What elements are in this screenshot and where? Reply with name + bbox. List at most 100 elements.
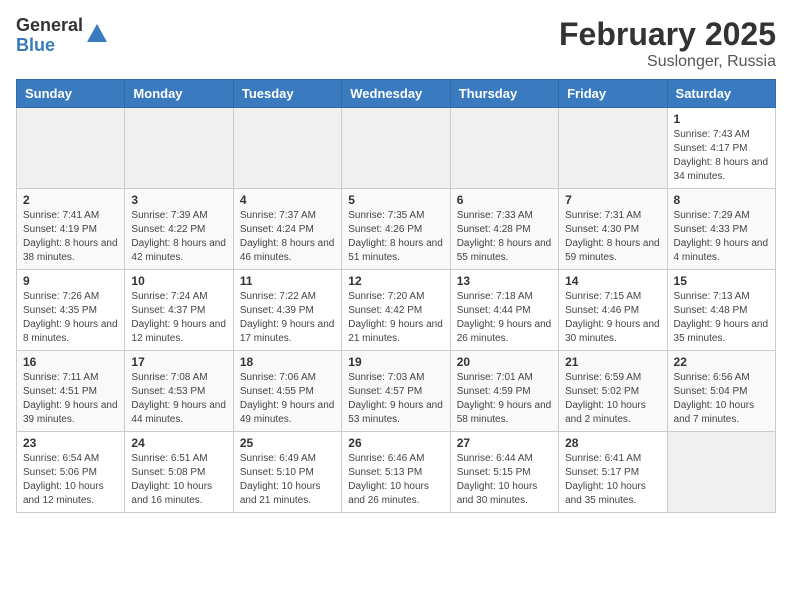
day-number: 12: [348, 274, 443, 288]
day-info: Sunrise: 7:03 AM Sunset: 4:57 PM Dayligh…: [348, 371, 443, 427]
day-info: Sunrise: 7:26 AM Sunset: 4:35 PM Dayligh…: [23, 290, 118, 346]
calendar-cell: 11 Sunrise: 7:22 AM Sunset: 4:39 PM Dayli…: [233, 270, 341, 351]
calendar-cell: 17 Sunrise: 7:08 AM Sunset: 4:53 PM Dayli…: [125, 351, 233, 432]
calendar-cell: 28 Sunrise: 6:41 AM Sunset: 5:17 PM Dayli…: [559, 432, 667, 513]
calendar-week-2: 2 Sunrise: 7:41 AM Sunset: 4:19 PM Daylig…: [17, 189, 776, 270]
calendar-cell: 4Sunrise: 7:37 AM Sunset: 4:24 PM Daylig…: [233, 189, 341, 270]
day-info: Sunrise: 6:59 AM Sunset: 5:02 PM Dayligh…: [565, 371, 660, 427]
calendar-cell: [125, 108, 233, 189]
col-wednesday: Wednesday: [342, 80, 450, 108]
day-info: Sunrise: 6:49 AM Sunset: 5:10 PM Dayligh…: [240, 452, 335, 508]
day-number: 19: [348, 355, 443, 369]
day-info: Sunrise: 6:56 AM Sunset: 5:04 PM Dayligh…: [674, 371, 769, 427]
calendar-cell: 16 Sunrise: 7:11 AM Sunset: 4:51 PM Dayli…: [17, 351, 125, 432]
day-info: Sunrise: 7:29 AM Sunset: 4:33 PM Dayligh…: [674, 209, 769, 265]
logo-blue: Blue: [16, 36, 83, 56]
calendar-cell: 9 Sunrise: 7:26 AM Sunset: 4:35 PM Daylig…: [17, 270, 125, 351]
calendar-cell: 12 Sunrise: 7:20 AM Sunset: 4:42 PM Dayli…: [342, 270, 450, 351]
col-thursday: Thursday: [450, 80, 558, 108]
day-number: 11: [240, 274, 335, 288]
day-number: 26: [348, 436, 443, 450]
calendar-cell: 24 Sunrise: 6:51 AM Sunset: 5:08 PM Dayli…: [125, 432, 233, 513]
calendar-cell: 5Sunrise: 7:35 AM Sunset: 4:26 PM Daylig…: [342, 189, 450, 270]
day-info: Sunrise: 6:46 AM Sunset: 5:13 PM Dayligh…: [348, 452, 443, 508]
day-number: 21: [565, 355, 660, 369]
calendar-cell: 23 Sunrise: 6:54 AM Sunset: 5:06 PM Dayli…: [17, 432, 125, 513]
day-number: 23: [23, 436, 118, 450]
location: Suslonger, Russia: [559, 53, 776, 71]
day-info: Sunrise: 7:35 AM Sunset: 4:26 PM Dayligh…: [348, 209, 443, 265]
day-info: Sunrise: 7:01 AM Sunset: 4:59 PM Dayligh…: [457, 371, 552, 427]
calendar-week-1: 1 Sunrise: 7:43 AM Sunset: 4:17 PM Daylig…: [17, 108, 776, 189]
col-tuesday: Tuesday: [233, 80, 341, 108]
calendar-cell: 14 Sunrise: 7:15 AM Sunset: 4:46 PM Dayli…: [559, 270, 667, 351]
day-number: 6: [457, 193, 552, 207]
day-info: Sunrise: 7:41 AM Sunset: 4:19 PM Dayligh…: [23, 209, 118, 265]
calendar-header-row: Sunday Monday Tuesday Wednesday Thursday…: [17, 80, 776, 108]
calendar-cell: 18Sunrise: 7:06 AM Sunset: 4:55 PM Dayli…: [233, 351, 341, 432]
day-number: 9: [23, 274, 118, 288]
calendar-cell: 13 Sunrise: 7:18 AM Sunset: 4:44 PM Dayli…: [450, 270, 558, 351]
calendar-table: Sunday Monday Tuesday Wednesday Thursday…: [16, 79, 776, 513]
day-info: Sunrise: 7:13 AM Sunset: 4:48 PM Dayligh…: [674, 290, 769, 346]
day-info: Sunrise: 7:08 AM Sunset: 4:53 PM Dayligh…: [131, 371, 226, 427]
day-info: Sunrise: 7:20 AM Sunset: 4:42 PM Dayligh…: [348, 290, 443, 346]
calendar-cell: 20 Sunrise: 7:01 AM Sunset: 4:59 PM Dayli…: [450, 351, 558, 432]
day-number: 15: [674, 274, 769, 288]
day-info: Sunrise: 7:11 AM Sunset: 4:51 PM Dayligh…: [23, 371, 118, 427]
day-info: Sunrise: 7:15 AM Sunset: 4:46 PM Dayligh…: [565, 290, 660, 346]
day-number: 25: [240, 436, 335, 450]
day-number: 24: [131, 436, 226, 450]
calendar-cell: 1 Sunrise: 7:43 AM Sunset: 4:17 PM Daylig…: [667, 108, 775, 189]
calendar-cell: [450, 108, 558, 189]
calendar-cell: 8 Sunrise: 7:29 AM Sunset: 4:33 PM Daylig…: [667, 189, 775, 270]
logo: General Blue: [16, 16, 109, 56]
title-block: February 2025 Suslonger, Russia: [559, 16, 776, 71]
day-number: 17: [131, 355, 226, 369]
calendar-cell: [559, 108, 667, 189]
calendar-cell: 2 Sunrise: 7:41 AM Sunset: 4:19 PM Daylig…: [17, 189, 125, 270]
day-info: Sunrise: 6:54 AM Sunset: 5:06 PM Dayligh…: [23, 452, 118, 508]
day-number: 27: [457, 436, 552, 450]
calendar-cell: [17, 108, 125, 189]
calendar-cell: [667, 432, 775, 513]
day-info: Sunrise: 7:33 AM Sunset: 4:28 PM Dayligh…: [457, 209, 552, 265]
day-info: Sunrise: 7:43 AM Sunset: 4:17 PM Dayligh…: [674, 128, 769, 184]
calendar-cell: 6 Sunrise: 7:33 AM Sunset: 4:28 PM Daylig…: [450, 189, 558, 270]
calendar-week-5: 23 Sunrise: 6:54 AM Sunset: 5:06 PM Dayli…: [17, 432, 776, 513]
day-number: 22: [674, 355, 769, 369]
logo-icon: [85, 22, 109, 46]
day-number: 4: [240, 193, 335, 207]
calendar-cell: [342, 108, 450, 189]
calendar-cell: 7 Sunrise: 7:31 AM Sunset: 4:30 PM Daylig…: [559, 189, 667, 270]
calendar-cell: 27 Sunrise: 6:44 AM Sunset: 5:15 PM Dayli…: [450, 432, 558, 513]
day-number: 13: [457, 274, 552, 288]
col-saturday: Saturday: [667, 80, 775, 108]
day-number: 7: [565, 193, 660, 207]
day-number: 8: [674, 193, 769, 207]
day-info: Sunrise: 6:44 AM Sunset: 5:15 PM Dayligh…: [457, 452, 552, 508]
day-number: 14: [565, 274, 660, 288]
calendar-cell: 15 Sunrise: 7:13 AM Sunset: 4:48 PM Dayli…: [667, 270, 775, 351]
day-number: 3: [131, 193, 226, 207]
calendar-cell: 10 Sunrise: 7:24 AM Sunset: 4:37 PM Dayli…: [125, 270, 233, 351]
day-info: Sunrise: 7:18 AM Sunset: 4:44 PM Dayligh…: [457, 290, 552, 346]
day-number: 10: [131, 274, 226, 288]
col-sunday: Sunday: [17, 80, 125, 108]
logo-general: General: [16, 16, 83, 36]
calendar-cell: 22 Sunrise: 6:56 AM Sunset: 5:04 PM Dayli…: [667, 351, 775, 432]
day-info: Sunrise: 6:41 AM Sunset: 5:17 PM Dayligh…: [565, 452, 660, 508]
day-info: Sunrise: 7:22 AM Sunset: 4:39 PM Dayligh…: [240, 290, 335, 346]
col-monday: Monday: [125, 80, 233, 108]
calendar-cell: 19 Sunrise: 7:03 AM Sunset: 4:57 PM Dayli…: [342, 351, 450, 432]
day-info: Sunrise: 7:24 AM Sunset: 4:37 PM Dayligh…: [131, 290, 226, 346]
day-info: Sunrise: 6:51 AM Sunset: 5:08 PM Dayligh…: [131, 452, 226, 508]
day-number: 20: [457, 355, 552, 369]
month-year: February 2025: [559, 16, 776, 53]
day-number: 28: [565, 436, 660, 450]
day-number: 2: [23, 193, 118, 207]
day-number: 16: [23, 355, 118, 369]
calendar-cell: [233, 108, 341, 189]
day-number: 1: [674, 112, 769, 126]
day-info: Sunrise: 7:31 AM Sunset: 4:30 PM Dayligh…: [565, 209, 660, 265]
